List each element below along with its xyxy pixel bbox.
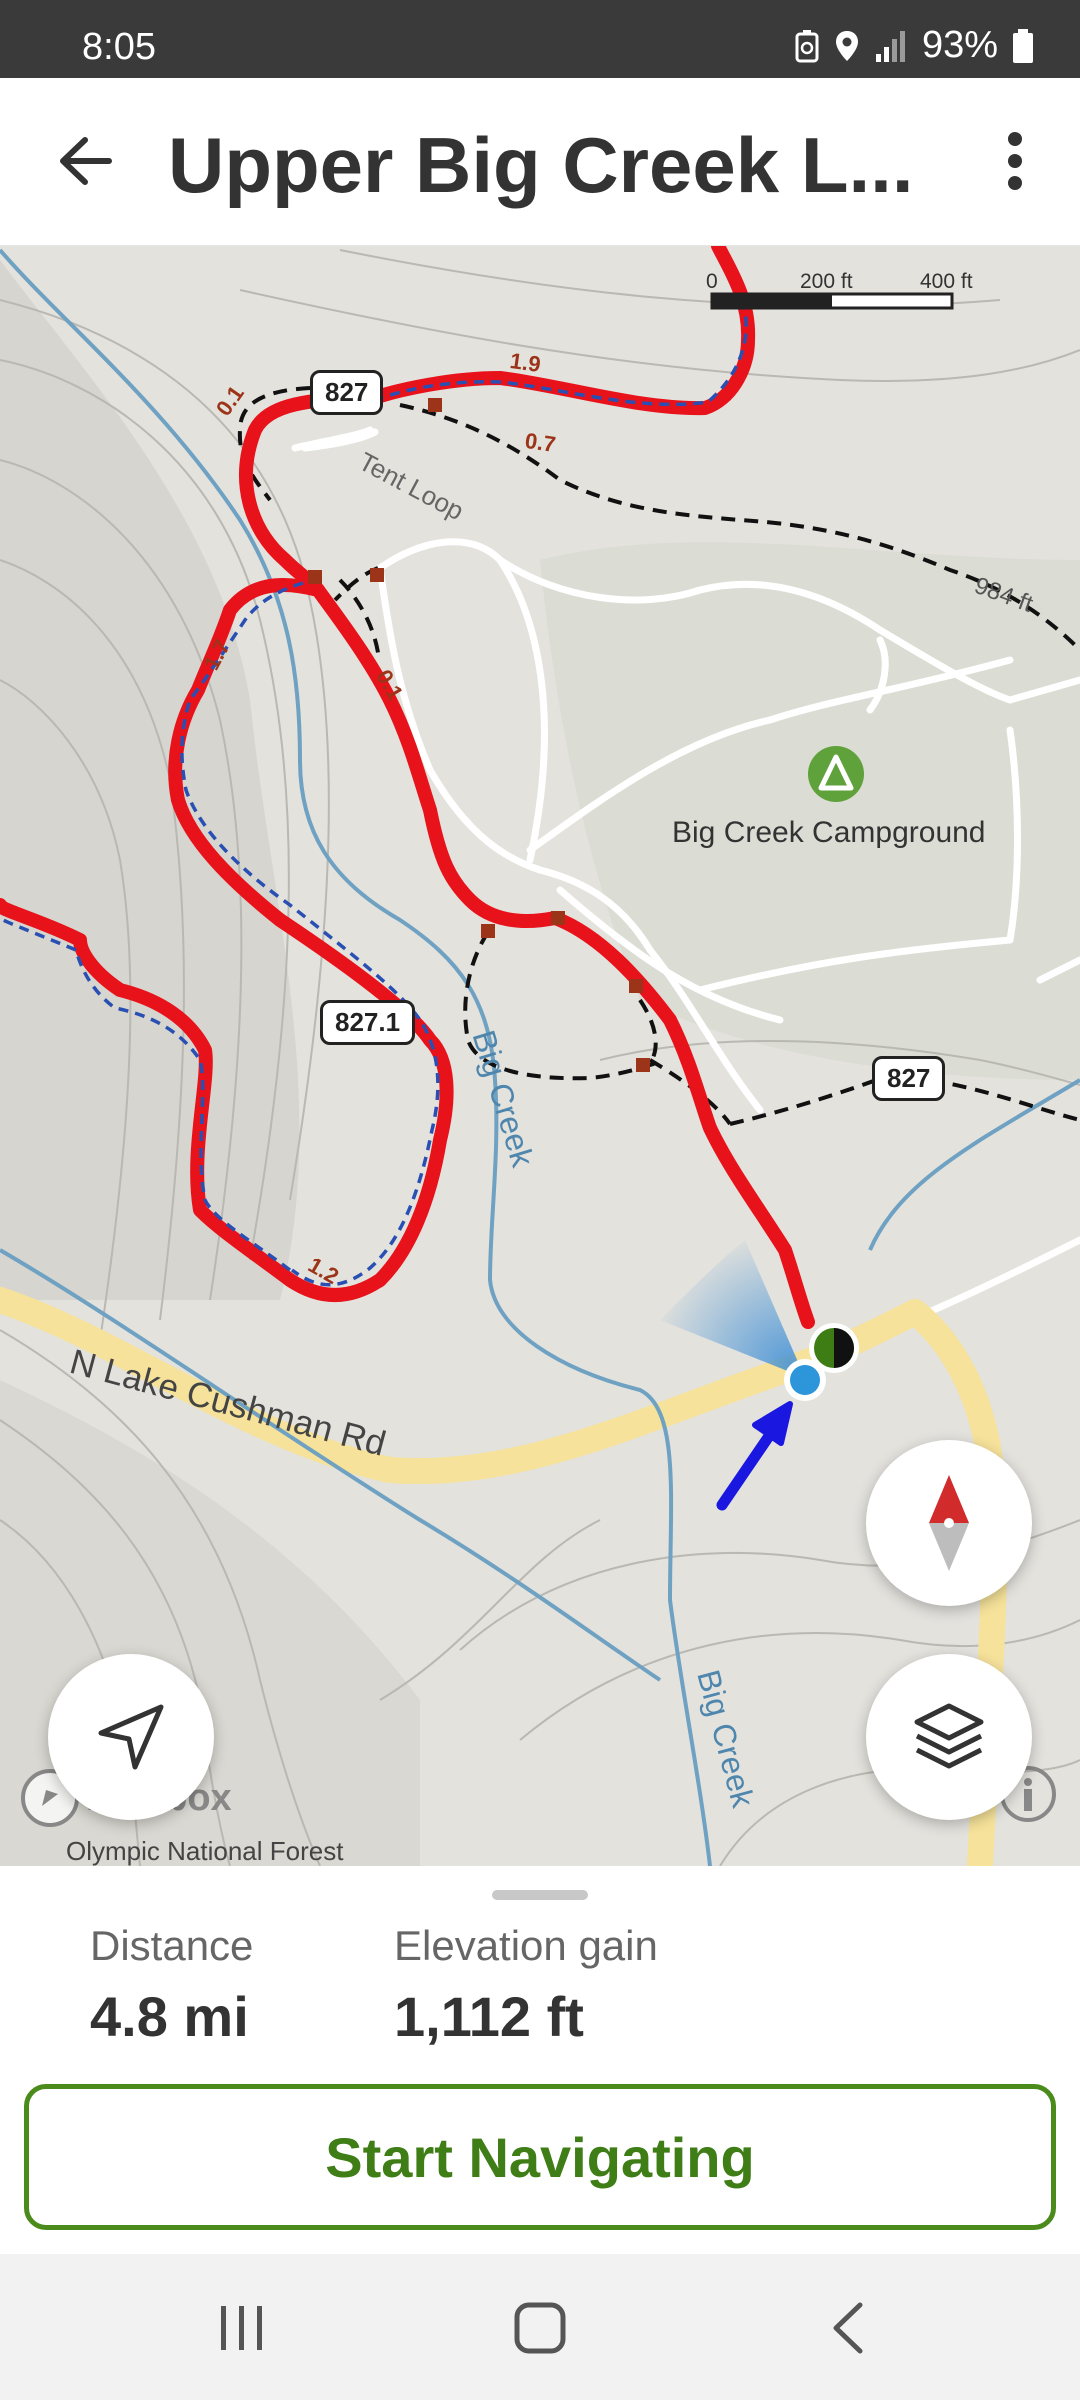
page-title: Upper Big Creek L... (168, 121, 914, 209)
compass-icon (929, 1475, 969, 1571)
elevation-label: Elevation gain (394, 1922, 658, 1969)
distance-value: 4.8 mi (90, 1985, 249, 2048)
home-button[interactable] (500, 2298, 580, 2358)
arrow-left-icon (60, 137, 112, 185)
chevron-left-icon (833, 2302, 863, 2354)
status-icons: 93% (794, 24, 1034, 67)
back-button[interactable] (50, 126, 120, 196)
start-navigating-button[interactable]: Start Navigating (24, 2084, 1056, 2230)
scale-bar (710, 292, 954, 310)
annotation-arrow-icon (716, 1401, 793, 1511)
location-icon (835, 30, 858, 61)
more-options-button[interactable] (980, 126, 1050, 196)
segment-label: 1.9 (508, 347, 543, 378)
terrain-hill-campground (540, 542, 1080, 1080)
forest-label: Olympic National Forest (66, 1836, 344, 1866)
trail-summary-sheet[interactable]: Distance 4.8 mi Elevation gain 1,112 ft (0, 1866, 1080, 2054)
signal-icon (875, 30, 905, 62)
recent-apps-icon (221, 2306, 262, 2350)
elevation-value: 1,112 ft (394, 1985, 584, 2048)
navigation-arrow-icon (98, 1704, 164, 1770)
shield-827-1: 827.1 (320, 1000, 416, 1045)
segment-label: 0.7 (523, 427, 558, 458)
battery-saver-icon (795, 29, 819, 62)
shield-827-right: 827 (872, 1056, 946, 1101)
map-layers-button[interactable] (866, 1654, 1032, 1820)
terrain-hill-left (0, 260, 300, 1300)
scale-label-mid: 200 ft (800, 270, 853, 293)
info-icon (1024, 1778, 1032, 1811)
more-vertical-icon (1008, 132, 1022, 190)
scale-label-max: 400 ft (920, 270, 973, 293)
app-header: Upper Big Creek L... (0, 78, 1080, 246)
recent-apps-button[interactable] (202, 2298, 282, 2358)
home-icon (514, 2302, 566, 2354)
campground-icon (808, 746, 864, 802)
action-bar: Start Navigating (0, 2054, 1080, 2254)
compass-button[interactable] (866, 1440, 1032, 1606)
scale-label-zero: 0 (706, 270, 718, 293)
status-time: 8:05 (82, 26, 156, 68)
shield-827-top: 827 (310, 370, 384, 415)
sheet-drag-handle[interactable] (492, 1890, 588, 1900)
distance-label: Distance (90, 1922, 254, 1969)
system-navigation-bar (0, 2254, 1080, 2400)
layers-icon (914, 1703, 984, 1769)
battery-percent: 93% (921, 24, 998, 66)
battery-icon (1013, 28, 1033, 63)
current-location-dot (784, 1359, 826, 1401)
status-bar: 8:05 93% (0, 0, 1080, 78)
my-location-button[interactable] (48, 1654, 214, 1820)
campground-label: Big Creek Campground (672, 816, 986, 849)
trail-map[interactable]: Big Creek Campground Tent Loop Big Creek… (0, 246, 1080, 1866)
system-back-button[interactable] (808, 2298, 888, 2358)
